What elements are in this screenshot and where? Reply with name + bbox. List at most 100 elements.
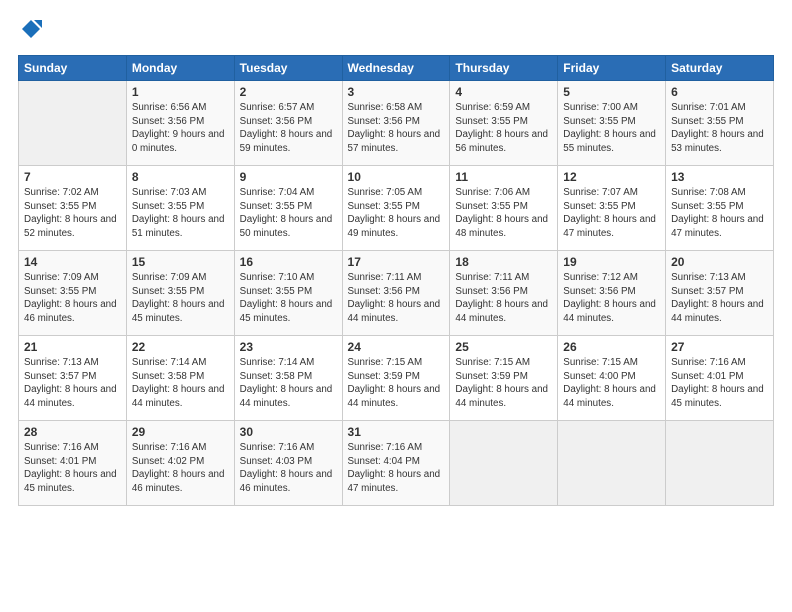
day-info: Sunrise: 7:00 AMSunset: 3:55 PMDaylight:… — [563, 101, 660, 156]
day-info: Sunrise: 6:59 AMSunset: 3:55 PMDaylight:… — [455, 101, 552, 156]
day-number: 5 — [563, 85, 660, 99]
day-number: 8 — [132, 170, 229, 184]
calendar-cell: 23 Sunrise: 7:14 AMSunset: 3:58 PMDayligh… — [234, 336, 342, 421]
day-info: Sunrise: 7:13 AMSunset: 3:57 PMDaylight:… — [24, 356, 121, 411]
day-number: 17 — [348, 255, 445, 269]
calendar-cell — [19, 81, 127, 166]
calendar-cell: 19Sunrise: 7:12 AMSunset: 3:56 PMDayligh… — [558, 251, 666, 336]
calendar-header-row: SundayMondayTuesdayWednesdayThursdayFrid… — [19, 56, 774, 81]
day-info: Sunrise: 7:16 AMSunset: 4:01 PMDaylight:… — [24, 441, 121, 496]
day-number: 12 — [563, 170, 660, 184]
calendar-week-row: 14Sunrise: 7:09 AMSunset: 3:55 PMDayligh… — [19, 251, 774, 336]
calendar-header-saturday: Saturday — [666, 56, 774, 81]
day-number: 18 — [455, 255, 552, 269]
calendar-cell: 5 Sunrise: 7:00 AMSunset: 3:55 PMDaylight… — [558, 81, 666, 166]
day-info: Sunrise: 7:14 AMSunset: 3:58 PMDaylight:… — [240, 356, 337, 411]
day-info: Sunrise: 7:15 AMSunset: 4:00 PMDaylight:… — [563, 356, 660, 411]
day-info: Sunrise: 7:09 AMSunset: 3:55 PMDaylight:… — [24, 271, 121, 326]
day-number: 21 — [24, 340, 121, 354]
calendar-header-sunday: Sunday — [19, 56, 127, 81]
day-info: Sunrise: 7:14 AMSunset: 3:58 PMDaylight:… — [132, 356, 229, 411]
day-info: Sunrise: 7:16 AMSunset: 4:01 PMDaylight:… — [671, 356, 768, 411]
day-info: Sunrise: 6:56 AMSunset: 3:56 PMDaylight:… — [132, 101, 229, 156]
day-info: Sunrise: 7:15 AMSunset: 3:59 PMDaylight:… — [455, 356, 552, 411]
day-info: Sunrise: 7:05 AMSunset: 3:55 PMDaylight:… — [348, 186, 445, 241]
day-info: Sunrise: 7:06 AMSunset: 3:55 PMDaylight:… — [455, 186, 552, 241]
calendar-week-row: 28 Sunrise: 7:16 AMSunset: 4:01 PMDayligh… — [19, 421, 774, 506]
day-number: 1 — [132, 85, 229, 99]
day-info: Sunrise: 6:57 AMSunset: 3:56 PMDaylight:… — [240, 101, 337, 156]
day-info: Sunrise: 7:10 AMSunset: 3:55 PMDaylight:… — [240, 271, 337, 326]
day-number: 20 — [671, 255, 768, 269]
day-info: Sunrise: 7:03 AMSunset: 3:55 PMDaylight:… — [132, 186, 229, 241]
calendar-cell: 14Sunrise: 7:09 AMSunset: 3:55 PMDayligh… — [19, 251, 127, 336]
day-info: Sunrise: 6:58 AMSunset: 3:56 PMDaylight:… — [348, 101, 445, 156]
day-info: Sunrise: 7:15 AMSunset: 3:59 PMDaylight:… — [348, 356, 445, 411]
day-info: Sunrise: 7:02 AMSunset: 3:55 PMDaylight:… — [24, 186, 121, 241]
calendar-header-wednesday: Wednesday — [342, 56, 450, 81]
calendar-cell — [558, 421, 666, 506]
day-number: 6 — [671, 85, 768, 99]
day-info: Sunrise: 7:09 AMSunset: 3:55 PMDaylight:… — [132, 271, 229, 326]
calendar-week-row: 1 Sunrise: 6:56 AMSunset: 3:56 PMDaylight… — [19, 81, 774, 166]
calendar-cell: 31Sunrise: 7:16 AMSunset: 4:04 PMDayligh… — [342, 421, 450, 506]
day-number: 28 — [24, 425, 121, 439]
day-number: 9 — [240, 170, 337, 184]
day-number: 4 — [455, 85, 552, 99]
calendar-cell: 12 Sunrise: 7:07 AMSunset: 3:55 PMDayligh… — [558, 166, 666, 251]
logo — [18, 18, 42, 45]
day-number: 29 — [132, 425, 229, 439]
calendar-cell — [450, 421, 558, 506]
page: SundayMondayTuesdayWednesdayThursdayFrid… — [0, 0, 792, 612]
day-number: 7 — [24, 170, 121, 184]
calendar-cell: 1 Sunrise: 6:56 AMSunset: 3:56 PMDaylight… — [126, 81, 234, 166]
calendar-cell: 21 Sunrise: 7:13 AMSunset: 3:57 PMDayligh… — [19, 336, 127, 421]
calendar-cell: 27Sunrise: 7:16 AMSunset: 4:01 PMDayligh… — [666, 336, 774, 421]
calendar-cell: 15 Sunrise: 7:09 AMSunset: 3:55 PMDayligh… — [126, 251, 234, 336]
calendar-cell: 4 Sunrise: 6:59 AMSunset: 3:55 PMDaylight… — [450, 81, 558, 166]
day-number: 11 — [455, 170, 552, 184]
calendar-header-monday: Monday — [126, 56, 234, 81]
calendar-cell: 30Sunrise: 7:16 AMSunset: 4:03 PMDayligh… — [234, 421, 342, 506]
day-info: Sunrise: 7:11 AMSunset: 3:56 PMDaylight:… — [455, 271, 552, 326]
calendar-cell: 22Sunrise: 7:14 AMSunset: 3:58 PMDayligh… — [126, 336, 234, 421]
calendar-cell: 28 Sunrise: 7:16 AMSunset: 4:01 PMDayligh… — [19, 421, 127, 506]
calendar-cell: 7 Sunrise: 7:02 AMSunset: 3:55 PMDaylight… — [19, 166, 127, 251]
calendar-cell: 2 Sunrise: 6:57 AMSunset: 3:56 PMDaylight… — [234, 81, 342, 166]
day-info: Sunrise: 7:12 AMSunset: 3:56 PMDaylight:… — [563, 271, 660, 326]
calendar-week-row: 7 Sunrise: 7:02 AMSunset: 3:55 PMDaylight… — [19, 166, 774, 251]
day-info: Sunrise: 7:16 AMSunset: 4:04 PMDaylight:… — [348, 441, 445, 496]
calendar-header-tuesday: Tuesday — [234, 56, 342, 81]
calendar-cell: 17 Sunrise: 7:11 AMSunset: 3:56 PMDayligh… — [342, 251, 450, 336]
calendar-cell: 16 Sunrise: 7:10 AMSunset: 3:55 PMDayligh… — [234, 251, 342, 336]
day-number: 24 — [348, 340, 445, 354]
calendar-cell: 18 Sunrise: 7:11 AMSunset: 3:56 PMDayligh… — [450, 251, 558, 336]
day-info: Sunrise: 7:13 AMSunset: 3:57 PMDaylight:… — [671, 271, 768, 326]
day-info: Sunrise: 7:01 AMSunset: 3:55 PMDaylight:… — [671, 101, 768, 156]
day-number: 13 — [671, 170, 768, 184]
day-info: Sunrise: 7:11 AMSunset: 3:56 PMDaylight:… — [348, 271, 445, 326]
day-number: 10 — [348, 170, 445, 184]
calendar-week-row: 21 Sunrise: 7:13 AMSunset: 3:57 PMDayligh… — [19, 336, 774, 421]
calendar-cell: 25 Sunrise: 7:15 AMSunset: 3:59 PMDayligh… — [450, 336, 558, 421]
calendar-cell: 10 Sunrise: 7:05 AMSunset: 3:55 PMDayligh… — [342, 166, 450, 251]
day-number: 25 — [455, 340, 552, 354]
calendar-cell: 13Sunrise: 7:08 AMSunset: 3:55 PMDayligh… — [666, 166, 774, 251]
day-info: Sunrise: 7:04 AMSunset: 3:55 PMDaylight:… — [240, 186, 337, 241]
calendar-cell: 20 Sunrise: 7:13 AMSunset: 3:57 PMDayligh… — [666, 251, 774, 336]
calendar-cell: 29 Sunrise: 7:16 AMSunset: 4:02 PMDayligh… — [126, 421, 234, 506]
day-number: 3 — [348, 85, 445, 99]
day-number: 15 — [132, 255, 229, 269]
day-info: Sunrise: 7:16 AMSunset: 4:02 PMDaylight:… — [132, 441, 229, 496]
calendar-cell: 24 Sunrise: 7:15 AMSunset: 3:59 PMDayligh… — [342, 336, 450, 421]
calendar-cell: 26 Sunrise: 7:15 AMSunset: 4:00 PMDayligh… — [558, 336, 666, 421]
day-number: 26 — [563, 340, 660, 354]
calendar-header-thursday: Thursday — [450, 56, 558, 81]
day-number: 23 — [240, 340, 337, 354]
calendar-cell: 11 Sunrise: 7:06 AMSunset: 3:55 PMDayligh… — [450, 166, 558, 251]
day-info: Sunrise: 7:07 AMSunset: 3:55 PMDaylight:… — [563, 186, 660, 241]
day-number: 2 — [240, 85, 337, 99]
header — [18, 18, 774, 45]
calendar-table: SundayMondayTuesdayWednesdayThursdayFrid… — [18, 55, 774, 506]
day-number: 16 — [240, 255, 337, 269]
